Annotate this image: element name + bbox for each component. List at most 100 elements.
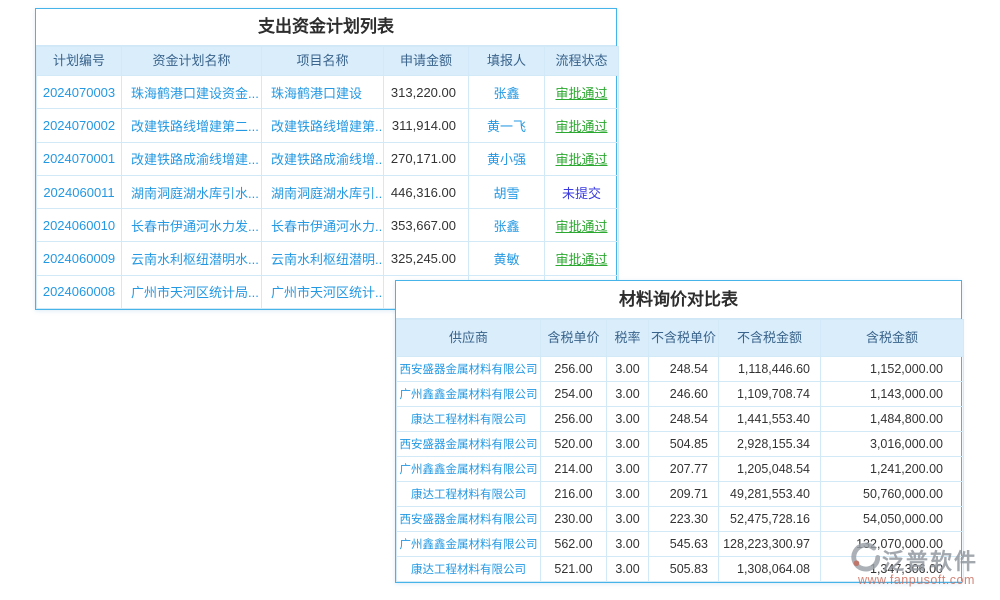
reporter-cell: 胡雪 [469,175,545,208]
plan-id-link[interactable]: 2024070002 [37,109,122,142]
status-link[interactable]: 未提交 [545,175,619,208]
plan-table-row: 2024060010长春市伊通河水力发...长春市伊通河水力...353,667… [37,209,619,242]
supplier-cell[interactable]: 广州鑫鑫金属材料有限公司 [397,457,541,482]
plan-id-link[interactable]: 2024070001 [37,142,122,175]
price-with-tax-cell: 520.00 [541,432,607,457]
price-with-tax-cell: 256.00 [541,407,607,432]
plan-id-link[interactable]: 2024070003 [37,76,122,109]
plan-id-link[interactable]: 2024060009 [37,242,122,275]
project-name-cell[interactable]: 湖南洞庭湖水库引... [262,175,384,208]
amount-with-tax-cell: 54,050,000.00 [821,507,964,532]
inquiry-table-row: 康达工程材料有限公司216.003.00209.7149,281,553.405… [397,482,964,507]
status-link[interactable]: 审批通过 [545,209,619,242]
supplier-cell[interactable]: 西安盛器金属材料有限公司 [397,432,541,457]
amount-no-tax-cell: 2,928,155.34 [719,432,821,457]
amount-with-tax-cell: 132,070,000.00 [821,532,964,557]
project-name-cell[interactable]: 长春市伊通河水力... [262,209,384,242]
status-link[interactable]: 审批通过 [545,242,619,275]
price-no-tax-cell: 504.85 [649,432,719,457]
amount-no-tax-cell: 1,109,708.74 [719,382,821,407]
amount-with-tax-cell: 1,152,000.00 [821,357,964,382]
status-link[interactable]: 审批通过 [545,109,619,142]
amount-no-tax-cell: 52,475,728.16 [719,507,821,532]
col-header-price-with-tax: 含税单价 [541,320,607,357]
amount-no-tax-cell: 49,281,553.40 [719,482,821,507]
price-with-tax-cell: 216.00 [541,482,607,507]
amount-cell: 446,316.00 [384,175,469,208]
amount-no-tax-cell: 128,223,300.97 [719,532,821,557]
plan-name-cell[interactable]: 长春市伊通河水力发... [122,209,262,242]
project-name-cell[interactable]: 珠海鹤港口建设 [262,76,384,109]
amount-with-tax-cell: 3,016,000.00 [821,432,964,457]
plan-name-cell[interactable]: 珠海鹤港口建设资金... [122,76,262,109]
inquiry-table-row: 广州鑫鑫金属材料有限公司214.003.00207.771,205,048.54… [397,457,964,482]
status-link[interactable]: 审批通过 [545,76,619,109]
project-name-cell[interactable]: 改建铁路成渝线增... [262,142,384,175]
col-header-flow-status: 流程状态 [545,47,619,76]
amount-cell: 311,914.00 [384,109,469,142]
plan-name-cell[interactable]: 改建铁路线增建第二... [122,109,262,142]
price-with-tax-cell: 230.00 [541,507,607,532]
price-with-tax-cell: 521.00 [541,557,607,582]
reporter-cell: 张鑫 [469,76,545,109]
plan-table-row: 2024070001改建铁路成渝线增建...改建铁路成渝线增...270,171… [37,142,619,175]
plan-id-link[interactable]: 2024060008 [37,275,122,308]
amount-no-tax-cell: 1,441,553.40 [719,407,821,432]
price-no-tax-cell: 248.54 [649,407,719,432]
amount-no-tax-cell: 1,308,064.08 [719,557,821,582]
plan-name-cell[interactable]: 湖南洞庭湖水库引水... [122,175,262,208]
reporter-cell: 黄敏 [469,242,545,275]
plan-name-cell[interactable]: 广州市天河区统计局... [122,275,262,308]
col-header-apply-amount: 申请金额 [384,47,469,76]
amount-with-tax-cell: 1,241,200.00 [821,457,964,482]
tax-rate-cell: 3.00 [607,557,649,582]
price-no-tax-cell: 209.71 [649,482,719,507]
project-name-cell[interactable]: 广州市天河区统计... [262,275,384,308]
price-no-tax-cell: 248.54 [649,357,719,382]
tax-rate-cell: 3.00 [607,507,649,532]
supplier-cell[interactable]: 康达工程材料有限公司 [397,482,541,507]
amount-cell: 313,220.00 [384,76,469,109]
amount-cell: 353,667.00 [384,209,469,242]
tax-rate-cell: 3.00 [607,357,649,382]
col-header-plan-name: 资金计划名称 [122,47,262,76]
price-with-tax-cell: 214.00 [541,457,607,482]
project-name-cell[interactable]: 改建铁路线增建第... [262,109,384,142]
plan-table-title: 支出资金计划列表 [36,9,616,46]
amount-with-tax-cell: 1,143,000.00 [821,382,964,407]
tax-rate-cell: 3.00 [607,407,649,432]
tax-rate-cell: 3.00 [607,382,649,407]
plan-name-cell[interactable]: 云南水利枢纽潜明水... [122,242,262,275]
status-link[interactable]: 审批通过 [545,142,619,175]
reporter-cell: 张鑫 [469,209,545,242]
plan-name-cell[interactable]: 改建铁路成渝线增建... [122,142,262,175]
plan-table-row: 2024060011湖南洞庭湖水库引水...湖南洞庭湖水库引...446,316… [37,175,619,208]
supplier-cell[interactable]: 广州鑫鑫金属材料有限公司 [397,532,541,557]
supplier-cell[interactable]: 西安盛器金属材料有限公司 [397,507,541,532]
inquiry-table-row: 广州鑫鑫金属材料有限公司254.003.00246.601,109,708.74… [397,382,964,407]
plan-id-link[interactable]: 2024060010 [37,209,122,242]
col-header-plan-id: 计划编号 [37,47,122,76]
price-with-tax-cell: 254.00 [541,382,607,407]
col-header-project-name: 项目名称 [262,47,384,76]
supplier-cell[interactable]: 西安盛器金属材料有限公司 [397,357,541,382]
supplier-cell[interactable]: 广州鑫鑫金属材料有限公司 [397,382,541,407]
supplier-cell[interactable]: 康达工程材料有限公司 [397,557,541,582]
plan-id-link[interactable]: 2024060011 [37,175,122,208]
amount-with-tax-cell: 50,760,000.00 [821,482,964,507]
inquiry-table: 供应商 含税单价 税率 不含税单价 不含税金额 含税金额 西安盛器金属材料有限公… [396,319,964,582]
col-header-amount-with-tax: 含税金额 [821,320,964,357]
supplier-cell[interactable]: 康达工程材料有限公司 [397,407,541,432]
inquiry-table-body: 西安盛器金属材料有限公司256.003.00248.541,118,446.60… [397,357,964,582]
inquiry-table-row: 康达工程材料有限公司521.003.00505.831,308,064.081,… [397,557,964,582]
inquiry-table-row: 西安盛器金属材料有限公司230.003.00223.3052,475,728.1… [397,507,964,532]
col-header-price-no-tax: 不含税单价 [649,320,719,357]
price-with-tax-cell: 256.00 [541,357,607,382]
price-no-tax-cell: 207.77 [649,457,719,482]
inquiry-table-row: 康达工程材料有限公司256.003.00248.541,441,553.401,… [397,407,964,432]
project-name-cell[interactable]: 云南水利枢纽潜明... [262,242,384,275]
plan-table-body: 2024070003珠海鹤港口建设资金...珠海鹤港口建设313,220.00张… [37,76,619,309]
plan-table-row: 2024060009云南水利枢纽潜明水...云南水利枢纽潜明...325,245… [37,242,619,275]
inquiry-table-title: 材料询价对比表 [396,281,961,319]
material-inquiry-panel: 材料询价对比表 供应商 含税单价 税率 不含税单价 不含税金额 含税金额 西安盛… [395,280,962,583]
